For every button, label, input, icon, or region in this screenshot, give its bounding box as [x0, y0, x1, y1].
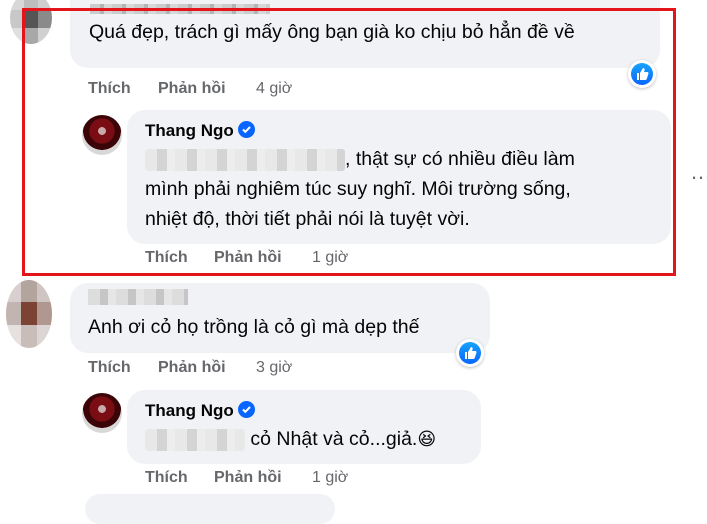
reply-link[interactable]: Phản hồi: [158, 359, 226, 377]
laughing-emoji-icon: 😆: [417, 429, 437, 449]
like-link[interactable]: Thích: [145, 469, 188, 487]
reply-text-line: cỏ Nhật và cỏ...giả.: [245, 428, 418, 450]
like-reaction-icon[interactable]: [456, 339, 484, 367]
reply-text: cỏ Nhật và cỏ...giả.😆: [145, 424, 436, 454]
next-comment-bubble: [85, 494, 335, 524]
comment-author-obscured[interactable]: [88, 289, 188, 305]
verified-badge-icon: [237, 401, 255, 418]
like-link[interactable]: Thích: [88, 359, 131, 377]
comment-text: Anh ơi cỏ họ trồng là cỏ gì mà dẹp thế: [88, 316, 420, 338]
timestamp[interactable]: 1 giờ: [312, 469, 348, 487]
reply-link[interactable]: Phản hồi: [214, 469, 282, 487]
obscured-text: [145, 428, 245, 451]
more-options-icon[interactable]: …: [690, 161, 707, 183]
author-name[interactable]: Thang Ngo: [145, 401, 234, 420]
reply-author[interactable]: Thang Ngo: [145, 401, 255, 421]
comment-bubble-2: Anh ơi cỏ họ trồng là cỏ gì mà dẹp thế: [70, 283, 490, 353]
comment-actions-2: Thích Phản hồi 3 giờ: [88, 359, 388, 381]
thang-ngo-avatar[interactable]: [82, 393, 122, 433]
highlight-box: [22, 8, 676, 276]
timestamp[interactable]: 3 giờ: [256, 359, 292, 377]
commenter-avatar-2[interactable]: [6, 280, 52, 348]
reply-actions-2: Thích Phản hồi 1 giờ: [145, 469, 445, 491]
reply-bubble-2: Thang Ngo cỏ Nhật và cỏ...giả.😆: [127, 390, 481, 464]
